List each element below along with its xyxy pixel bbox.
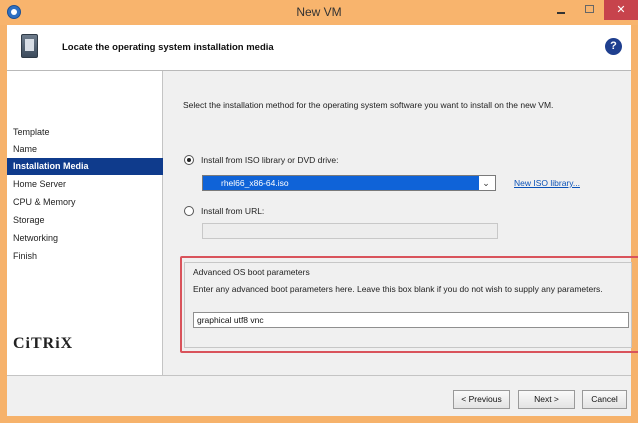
sidebar-item-cpu-memory[interactable]: CPU & Memory [7, 194, 163, 211]
url-radio-label[interactable]: Install from URL: [201, 206, 264, 216]
chevron-down-icon[interactable]: ⌄ [479, 176, 493, 190]
page-title: Locate the operating system installation… [62, 42, 274, 53]
sidebar-item-installation-media[interactable]: Installation Media [7, 158, 163, 175]
sidebar-item-finish[interactable]: Finish [7, 248, 163, 265]
iso-select-value: rhel66_x86-64.iso [203, 176, 479, 190]
sidebar-item-networking[interactable]: Networking [7, 230, 163, 247]
citrix-logo: CiTRiX [13, 335, 74, 352]
close-icon: ✕ [616, 4, 626, 16]
app-window: New VM ✕ Locate the operating system ins… [0, 0, 638, 423]
minimize-button[interactable] [548, 0, 574, 20]
wizard-content: Select the installation method for the o… [164, 71, 638, 375]
window-title: New VM [296, 5, 342, 19]
iso-radio-label[interactable]: Install from ISO library or DVD drive: [201, 155, 338, 165]
wizard-header: Locate the operating system installation… [7, 25, 631, 71]
sidebar-item-storage[interactable]: Storage [7, 212, 163, 229]
url-input[interactable] [202, 223, 498, 239]
previous-button[interactable]: < Previous [453, 390, 510, 409]
new-iso-library-link[interactable]: New ISO library... [514, 178, 580, 188]
close-button[interactable]: ✕ [604, 0, 638, 20]
installation-media-icon [21, 34, 38, 58]
wizard-steps: Template Name Installation Media Home Se… [7, 71, 163, 375]
sidebar-item-home-server[interactable]: Home Server [7, 176, 163, 193]
wizard-client: Locate the operating system installation… [7, 25, 638, 416]
iso-radio-button[interactable] [184, 155, 194, 165]
next-button[interactable]: Next > [518, 390, 575, 409]
maximize-button[interactable] [576, 0, 602, 20]
help-icon[interactable]: ? [605, 38, 622, 55]
title-bar[interactable]: New VM ✕ [0, 0, 638, 25]
sidebar-item-template[interactable]: Template [7, 124, 163, 141]
instruction-text: Select the installation method for the o… [183, 100, 554, 110]
wizard-footer: < Previous Next > Cancel [7, 375, 631, 416]
iso-library-select[interactable]: rhel66_x86-64.iso ⌄ [202, 175, 496, 191]
annotation-highlight [180, 256, 638, 353]
sidebar-item-name[interactable]: Name [7, 141, 163, 158]
url-radio-button[interactable] [184, 206, 194, 216]
cancel-button[interactable]: Cancel [582, 390, 627, 409]
